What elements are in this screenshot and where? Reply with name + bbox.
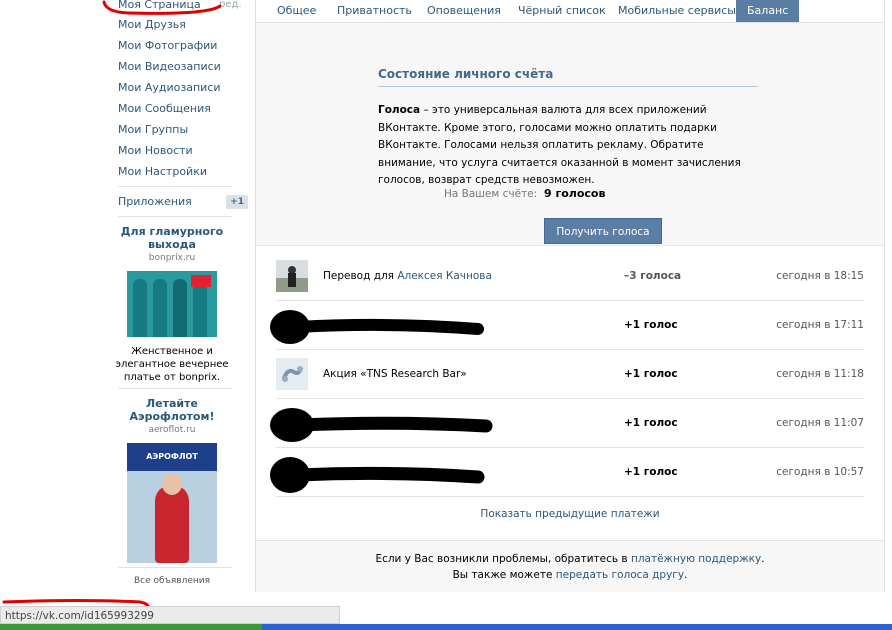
title-underline [378,86,758,87]
footer-text: Вы также можете [452,569,556,581]
redaction-scribble [270,457,485,493]
table-row: +1 голос сегодня в 11:07 [270,399,864,448]
table-row: +1 голос сегодня в 10:57 [270,448,864,497]
user-avatar[interactable] [276,260,308,292]
recipient-link[interactable]: Алексея Качнова [397,270,492,282]
tab-notifications[interactable]: Оповещения [416,0,512,22]
tab-balance[interactable]: Баланс [736,0,800,22]
footer-text: . [761,553,765,565]
tab-privacy[interactable]: Приватность [326,0,423,22]
description-text: – это универсальная валюта для всех прил… [378,104,741,186]
table-row: Акция «TNS Research Bar» +1 голос сегодн… [276,350,864,399]
sidebar-divider [118,216,232,217]
aeroflot-logo: АЭРОФЛОТ [127,443,217,471]
payment-time: сегодня в 11:18 [776,368,864,380]
ad-title[interactable]: Летайте Аэрофлотом! [112,397,232,423]
apps-count-badge[interactable]: +1 [226,195,248,209]
payment-amount: +1 голос [624,368,678,380]
sidebar-divider [118,388,232,389]
sidebar-item-groups[interactable]: Мои Группы [112,119,232,140]
payment-amount: +1 голос [624,417,678,429]
sidebar-divider [118,567,232,568]
sidebar-item-apps[interactable]: Приложения [112,191,232,212]
ad-title[interactable]: Для гламурного выхода [112,225,232,251]
settings-tabs: Общее Приватность Оповещения Чёрный спис… [256,0,884,23]
get-votes-button[interactable]: Получить голоса [544,218,662,244]
ad-domain: bonprix.ru [148,253,196,263]
ad-image-dresses[interactable] [127,271,217,337]
show-previous-payments-link[interactable]: Показать предыдущие платежи [276,508,864,520]
sidebar-item-news[interactable]: Мои Новости [112,140,232,161]
payment-time: сегодня в 10:57 [776,466,864,478]
support-footer: Если у Вас возникли проблемы, обратитесь… [256,540,884,592]
transfer-votes-link[interactable]: передать голоса другу [556,569,684,581]
redaction-scribble [270,408,493,442]
all-ads-link[interactable]: Все объявления [112,576,232,586]
payment-prefix: Перевод для [323,270,398,282]
account-value: 9 голосов [544,187,606,200]
account-label: На Вашем счёте: [444,188,538,200]
payment-time: сегодня в 11:07 [776,417,864,429]
footer-text: Если у Вас возникли проблемы, обратитесь… [375,553,631,565]
payment-amount: +1 голос [624,319,678,331]
footer-line-1: Если у Вас возникли проблемы, обратитесь… [256,551,884,567]
table-row: Перевод для Алексея Качнова –3 голоса се… [276,252,864,301]
browser-status-bar: https://vk.com/id165993299 [0,606,340,624]
payment-description: Перевод для Алексея Качнова [323,270,492,282]
votes-term: Голоса [378,104,421,116]
ad-text: Женственное и элегантное вечернее платье… [115,346,229,383]
payment-time: сегодня в 17:11 [776,319,864,331]
start-button[interactable] [0,624,262,630]
footer-text: . [684,569,688,581]
tab-general[interactable]: Общее [266,0,327,22]
sidebar-item-audio[interactable]: Мои Аудиозаписи [112,77,232,98]
sidebar-item-photos[interactable]: Мои Фотографии [112,35,232,56]
payment-amount: +1 голос [624,466,678,478]
red-marker-stroke [102,0,222,15]
tab-blacklist[interactable]: Чёрный список [507,0,617,22]
sidebar-item-messages[interactable]: Мои Сообщения [112,98,232,119]
left-sidebar: Моя Страница Мои Друзья Мои Фотографии М… [112,0,248,586]
ad-bonprix[interactable]: Для гламурного выхода bonprix.ru Женстве… [112,225,232,384]
os-taskbar[interactable] [0,624,892,630]
sidebar-divider [118,186,232,187]
payment-time: сегодня в 18:15 [776,270,864,282]
payment-description: Акция «TNS Research Bar» [323,368,467,380]
payment-support-link[interactable]: платёжную поддержку [631,553,761,565]
payment-amount: –3 голоса [624,270,682,282]
settings-main: Общее Приватность Оповещения Чёрный спис… [255,0,885,592]
balance-description: Голоса – это универсальная валюта для вс… [378,102,758,190]
sidebar-item-videos[interactable]: Мои Видеозаписи [112,56,232,77]
sidebar-item-settings[interactable]: Мои Настройки [112,161,232,182]
footer-line-2: Вы также можете передать голоса другу. [256,567,884,583]
ad-domain: aeroflot.ru [148,425,196,435]
balance-title: Состояние личного счёта [378,67,554,81]
ad-image-stewardess[interactable]: АЭРОФЛОТ [127,443,217,563]
table-row: +1 голос сегодня в 17:11 [270,301,864,350]
tab-mobile[interactable]: Мобильные сервисы [607,0,747,22]
payments-list: Перевод для Алексея Качнова –3 голоса се… [270,252,864,520]
redaction-scribble [270,310,484,344]
tns-app-icon[interactable] [276,358,308,390]
ad-aeroflot[interactable]: Летайте Аэрофлотом! aeroflot.ru АЭРОФЛОТ [112,397,232,563]
balance-panel: Состояние личного счёта Голоса – это уни… [256,23,884,246]
brand-logo-icon [191,275,211,287]
